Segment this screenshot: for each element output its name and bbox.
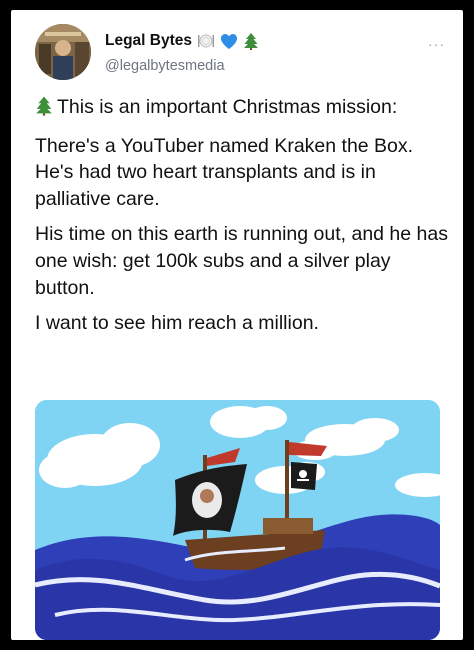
tweet-media-image[interactable]	[35, 400, 440, 640]
tweet-card: Legal Bytes @legalbytesmedia ··· This is…	[11, 10, 463, 640]
plate-cutlery-icon	[197, 32, 215, 50]
name-row: Legal Bytes	[105, 32, 259, 50]
avatar[interactable]	[35, 24, 91, 80]
christmas-tree-icon	[35, 95, 53, 124]
display-name[interactable]: Legal Bytes	[105, 32, 192, 50]
tweet-paragraph: There's a YouTuber named Kraken the Box.…	[35, 134, 414, 210]
tweet-text-line: This is an important Christmas mission:	[57, 96, 398, 118]
christmas-tree-icon	[243, 32, 259, 50]
tweet-paragraph: This is an important Christmas mission:	[35, 94, 455, 124]
more-options-icon[interactable]: ···	[428, 36, 445, 52]
pirate-ship-illustration	[35, 400, 440, 640]
tweet-paragraph: His time on this earth is running out, a…	[35, 223, 448, 299]
tweet-header: Legal Bytes @legalbytesmedia ···	[35, 20, 445, 84]
avatar-image	[35, 24, 91, 80]
blue-heart-icon	[220, 33, 238, 50]
user-handle[interactable]: @legalbytesmedia	[105, 58, 225, 74]
tweet-body: This is an important Christmas mission: …	[35, 94, 455, 346]
tweet-paragraph: I want to see him reach a million.	[35, 312, 319, 335]
